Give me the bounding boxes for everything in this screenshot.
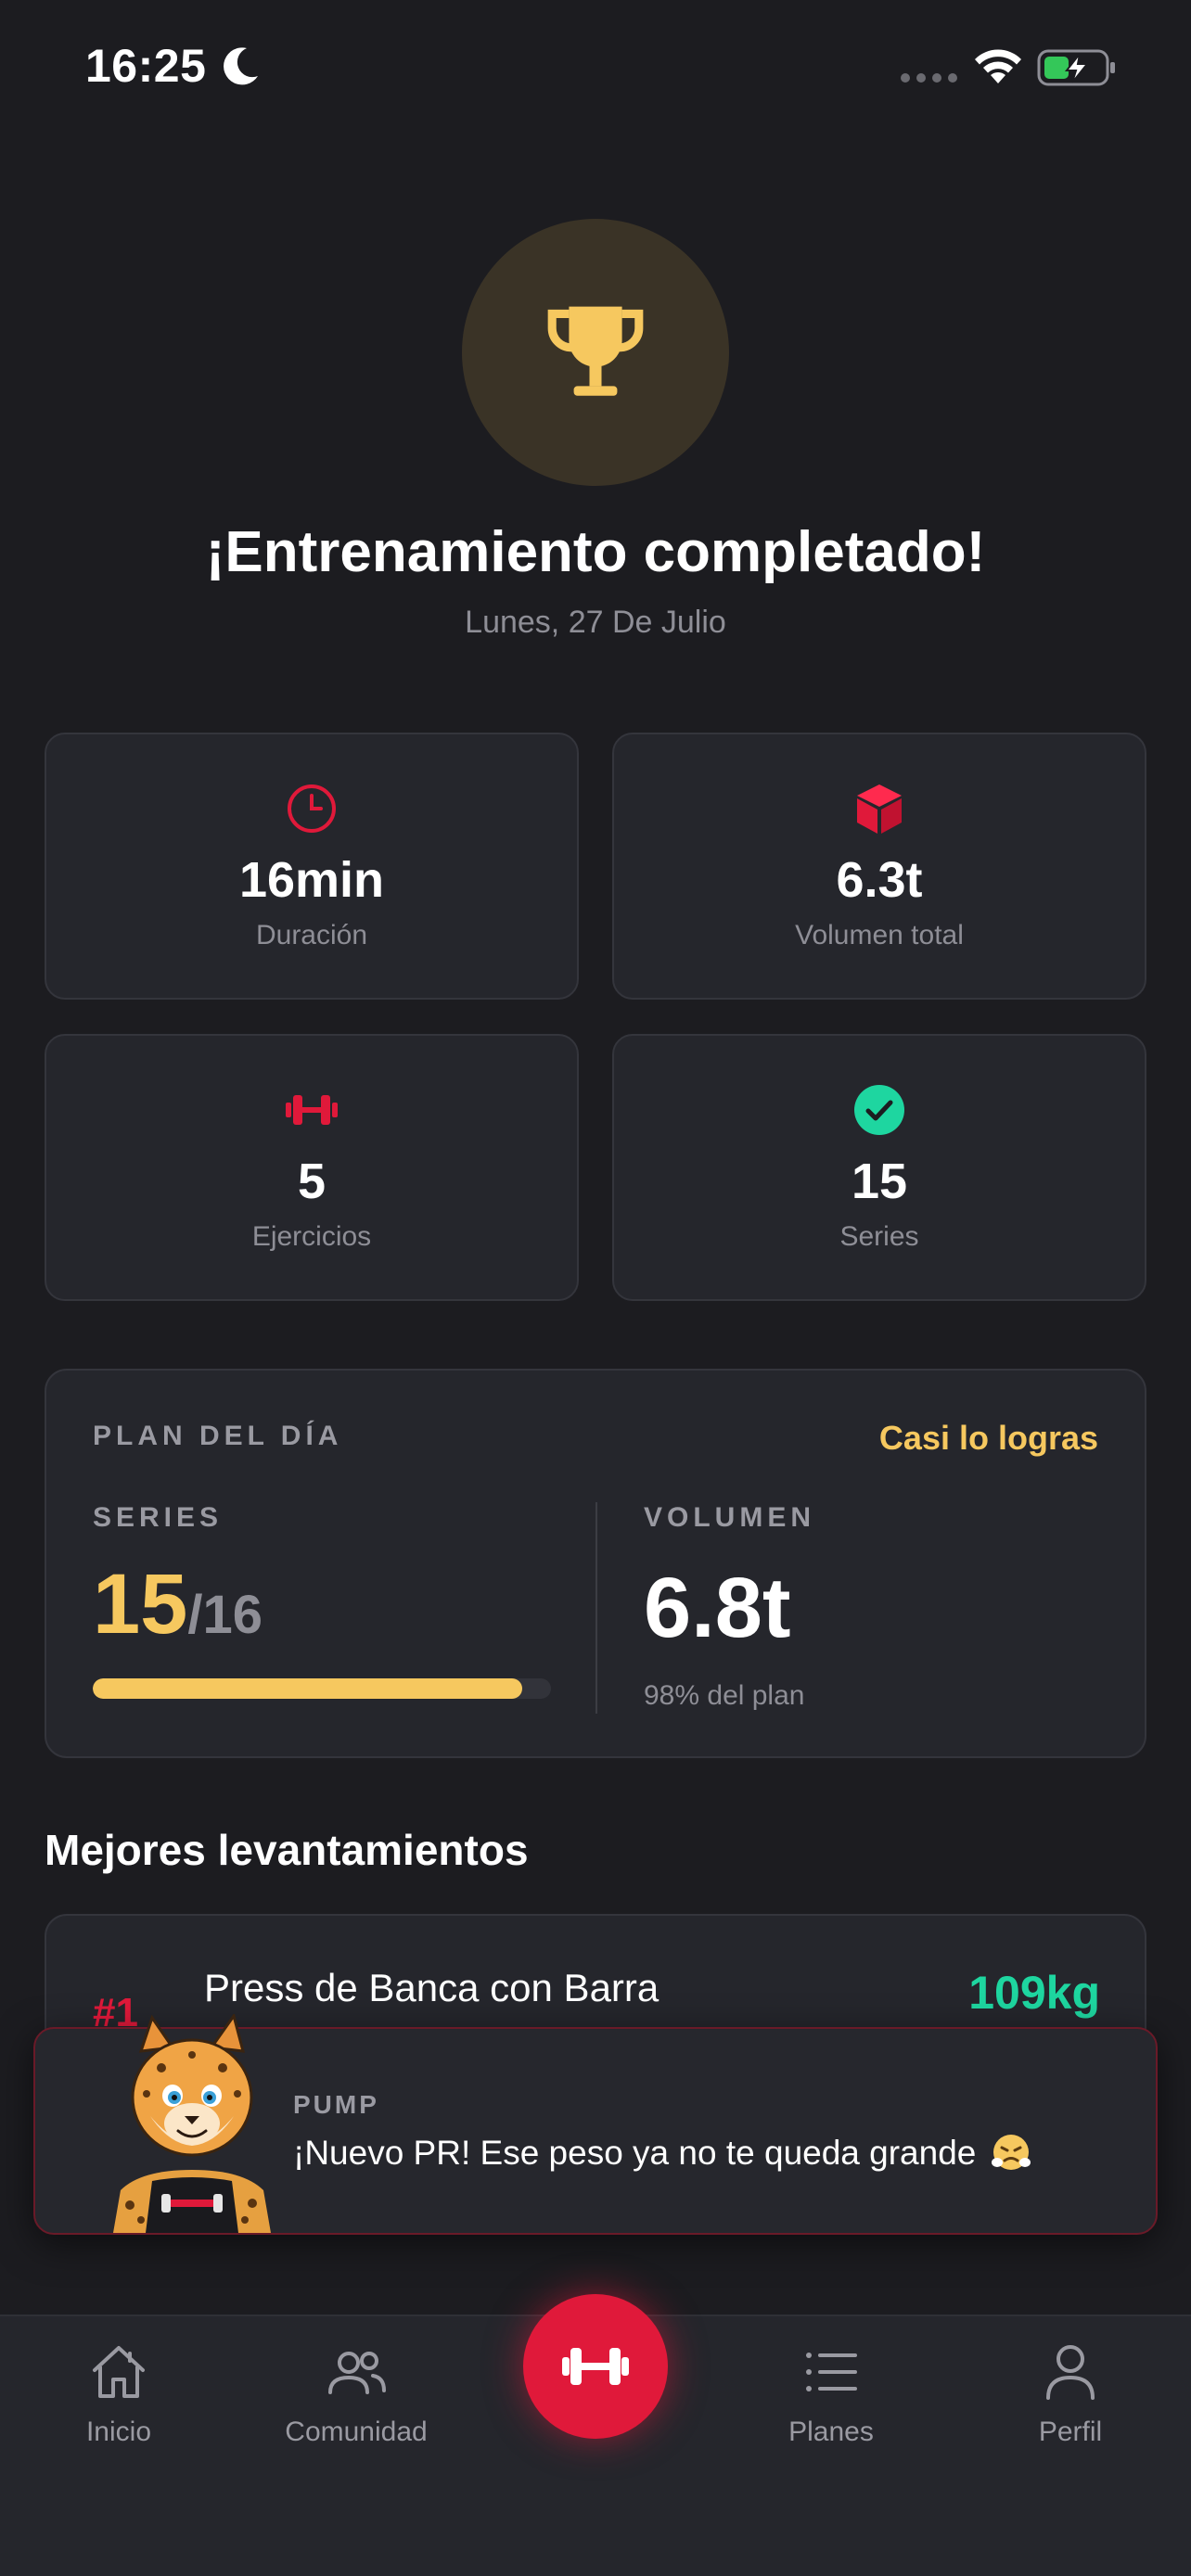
clock-icon (288, 784, 336, 833)
start-workout-button[interactable] (523, 2294, 668, 2439)
volume-note: 98% del plan (644, 1680, 805, 1711)
nav-label: Comunidad (285, 2417, 428, 2447)
nav-item-plans[interactable]: Planes (729, 2340, 933, 2448)
wifi-icon (975, 49, 1021, 83)
series-label: SERIES (93, 1502, 224, 1533)
moon-icon (224, 47, 258, 85)
stat-value: 6.3t (836, 852, 923, 908)
stat-label: Volumen total (795, 920, 964, 950)
stat-card-series: 15 Series (612, 1034, 1146, 1301)
lift-name: Press de Banca con Barra (204, 1966, 660, 2009)
toast-message: ¡Nuevo PR! Ese peso ya no te queda grand… (293, 2134, 977, 2172)
stat-value: 16min (238, 852, 385, 908)
series-progress-fill (93, 1678, 523, 1699)
dumbbell-icon (562, 2348, 629, 2385)
nav-label: Inicio (85, 2417, 152, 2447)
stat-value: 5 (297, 1154, 327, 1209)
stat-card-volume: 6.3t Volumen total (612, 733, 1146, 1000)
toast-sender: PUMP (293, 2090, 379, 2119)
dumbbell-icon (286, 1095, 338, 1125)
trophy-icon (547, 306, 644, 396)
stat-value: 15 (851, 1154, 908, 1209)
workout-date: Lunes, 27 De Julio (465, 605, 726, 640)
series-total: /16 (187, 1585, 263, 1645)
page-title: ¡Entrenamiento completado! (205, 520, 986, 584)
stat-card-exercises: 5 Ejercicios (45, 1034, 579, 1301)
nav-item-profile[interactable]: Perfil (968, 2340, 1172, 2448)
stat-card-duration: 16min Duración (45, 733, 579, 1000)
series-progress-bar (93, 1678, 551, 1699)
plan-divider (596, 1502, 597, 1714)
user-icon (1046, 2345, 1095, 2400)
cheetah-mascot-avatar (113, 2014, 271, 2233)
list-icon (806, 2353, 857, 2391)
series-count: 15/16 (93, 1556, 263, 1653)
volume-value: 6.8t (644, 1561, 791, 1655)
check-circle-icon (854, 1085, 904, 1135)
plan-title: PLAN DEL DÍA (93, 1421, 343, 1451)
nav-label: Perfil (1038, 2417, 1103, 2447)
nav-item-home[interactable]: Inicio (17, 2340, 221, 2448)
nav-label: Planes (788, 2417, 874, 2447)
nav-item-community[interactable]: Comunidad (254, 2340, 458, 2448)
stat-label: Ejercicios (251, 1221, 372, 1252)
lift-weight: 109kg (968, 1967, 1100, 2019)
face-with-steam-emoji-icon (991, 2135, 1031, 2170)
users-icon (328, 2352, 386, 2394)
cellular-signal-icon (901, 73, 957, 83)
cube-icon (857, 784, 902, 834)
stat-label: Duración (255, 920, 368, 950)
status-bar: 16:25 (0, 0, 1191, 130)
toast-message-row: ¡Nuevo PR! Ese peso ya no te queda grand… (293, 2133, 1031, 2173)
stat-label: Series (839, 1221, 919, 1252)
series-done: 15 (93, 1557, 188, 1651)
status-time: 16:25 (85, 40, 207, 92)
home-icon (93, 2346, 145, 2398)
pr-notification-toast[interactable]: PUMP ¡Nuevo PR! Ese peso ya no te queda … (33, 2014, 1158, 2235)
battery-charging-icon (1037, 49, 1115, 86)
plan-status: Casi lo logras (878, 1419, 1098, 1457)
best-lifts-title: Mejores levantamientos (45, 1826, 529, 1874)
volume-label: VOLUMEN (644, 1502, 815, 1533)
trophy-badge (462, 219, 729, 486)
daily-plan-card: PLAN DEL DÍA Casi lo logras SERIES 15/16… (45, 1369, 1146, 1758)
